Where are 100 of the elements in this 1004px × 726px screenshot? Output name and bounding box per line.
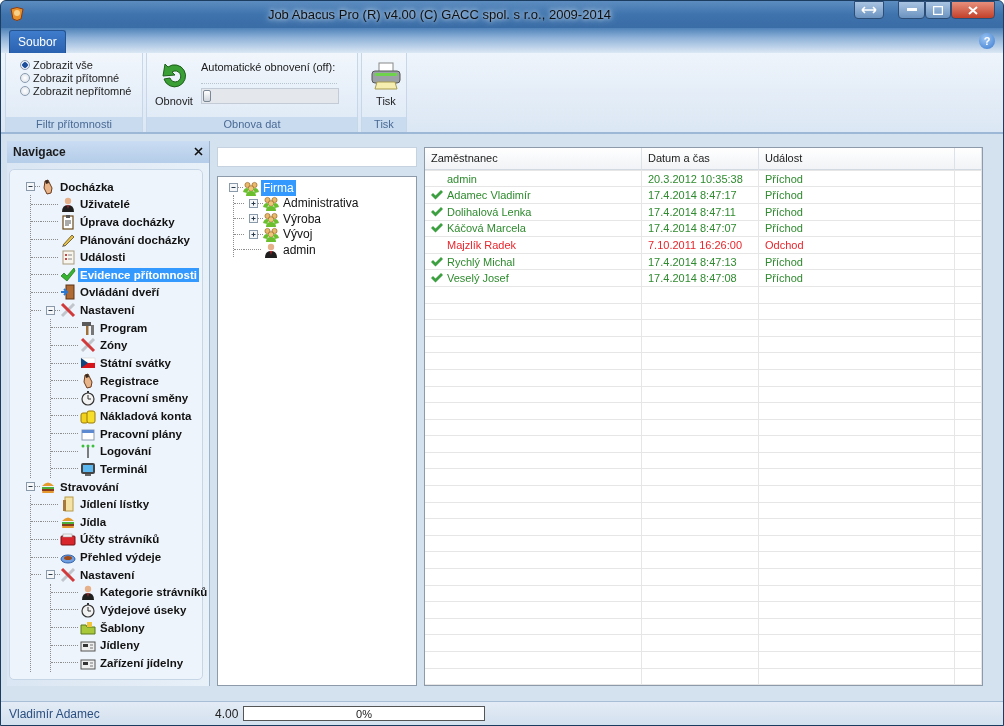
print-button[interactable]: Tisk [368, 58, 404, 109]
tree-item[interactable]: Docházka [58, 179, 116, 194]
flag-icon [80, 355, 96, 371]
tools-icon [60, 566, 76, 583]
table-cell: Příchod [765, 172, 803, 185]
refresh-button[interactable]: Obnovit [153, 58, 195, 109]
group-caption: Filtr přítomnosti [6, 116, 142, 132]
tree-item[interactable]: Vývoj [281, 226, 315, 243]
tree-item[interactable]: Zařízení jídelny [98, 655, 186, 670]
radio-label[interactable]: Zobrazit vše [33, 58, 93, 71]
tree-item[interactable]: Jídlení lístky [78, 497, 152, 512]
stopwatch-icon [80, 390, 96, 407]
collapse-toggle[interactable] [229, 183, 238, 193]
tree-item[interactable]: Události [78, 250, 128, 265]
tree-item[interactable]: Registrace [98, 373, 161, 388]
table-cell: 17.4.2014 8:47:08 [648, 272, 737, 285]
person-icon [60, 196, 76, 213]
minimize-button[interactable] [898, 1, 925, 20]
table-row[interactable]: Veselý Josef 17.4.2014 8:47:08 Příchod [425, 270, 982, 287]
close-icon [968, 5, 978, 15]
table-row[interactable]: Dolihalová Lenka 17.4.2014 8:47:11 Příchod [425, 204, 982, 221]
hand-icon [80, 372, 96, 389]
tree-item[interactable]: Jídla [78, 514, 109, 529]
group-caption: Obnova dat [147, 116, 357, 132]
tree-item[interactable]: Nákladová konta [98, 408, 194, 423]
radio-label[interactable]: Zobrazit přítomné [33, 71, 120, 84]
column-header[interactable]: Událost [759, 147, 955, 170]
tree-item[interactable]: admin [281, 241, 318, 258]
radio-button[interactable] [20, 85, 30, 96]
table-row[interactable]: Rychlý Michal 17.4.2014 8:47:13 Příchod [425, 253, 982, 271]
search-field[interactable] [217, 146, 417, 167]
radio-button[interactable] [20, 59, 30, 70]
expand-toggle[interactable] [249, 214, 258, 224]
tree-item[interactable]: Uživatelé [78, 197, 132, 212]
table-row[interactable]: admin 20.3.2012 10:35:38 Příchod [425, 170, 982, 188]
tree-item[interactable]: Program [98, 320, 150, 335]
table-cell: Příchod [765, 222, 803, 235]
progress-label: 0% [356, 707, 372, 720]
tree-item[interactable]: Přehled výdeje [78, 550, 164, 565]
menu-tab[interactable]: Soubor [9, 29, 66, 53]
hammer-icon [80, 319, 96, 336]
table-row[interactable]: Majzlík Radek 7.10.2011 16:26:00 Odchod [425, 237, 982, 254]
collapse-toggle[interactable] [46, 305, 55, 315]
tree-item[interactable]: Stravování [58, 479, 121, 494]
table-cell: 17.4.2014 8:47:13 [648, 255, 737, 268]
tree-item[interactable]: Úprava docházky [78, 214, 177, 229]
group-icon [243, 179, 259, 196]
table-row[interactable]: Káčová Marcela 17.4.2014 8:47:07 Příchod [425, 220, 982, 238]
expand-toggle[interactable] [249, 198, 258, 208]
table-cell: Adamec Vladimír [447, 189, 531, 202]
tree-item[interactable]: Logování [98, 444, 154, 459]
document-icon [60, 496, 76, 513]
status-user: Vladimír Adamec [8, 706, 101, 721]
tree-item[interactable]: Kategorie strávníků [98, 585, 210, 600]
radio-label[interactable]: Zobrazit nepřítomné [33, 84, 132, 97]
tree-item[interactable]: Zóny [98, 338, 130, 353]
collapse-toggle[interactable] [26, 482, 35, 491]
expand-toggle[interactable] [249, 229, 258, 239]
table-cell: Dolihalová Lenka [447, 205, 532, 218]
tree-item[interactable]: Šablony [98, 620, 147, 635]
window-title: Job Abacus Pro (R) v4.00 (C) GACC spol. s r.o., 2009-2014 [266, 6, 613, 22]
tree-item[interactable]: Terminál [98, 461, 150, 476]
column-header[interactable]: Zaměstnanec [425, 147, 642, 170]
tree-item[interactable]: Ovládání dveří [78, 285, 162, 300]
person-icon [80, 584, 96, 601]
close-button[interactable] [951, 1, 995, 20]
minimize-icon [906, 8, 917, 13]
close-icon[interactable] [194, 147, 203, 157]
tree-item[interactable]: Nastavení [78, 567, 137, 582]
collapse-toggle[interactable] [26, 182, 35, 192]
tree-item[interactable]: Administrativa [281, 195, 361, 212]
group-caption: Tisk [362, 116, 406, 132]
antenna-icon [80, 443, 96, 460]
maximize-button[interactable] [925, 1, 951, 20]
table-cell: 17.4.2014 8:47:11 [648, 205, 736, 218]
collapse-toggle[interactable] [46, 570, 55, 580]
tree-item[interactable]: Jídleny [98, 638, 142, 653]
table-cell: Rychlý Michal [447, 255, 515, 268]
tree-item[interactable]: Plánování docházky [78, 232, 192, 247]
table-cell: Příchod [765, 255, 803, 268]
tree-item[interactable]: Pracovní směny [98, 391, 191, 406]
group-icon [263, 195, 279, 212]
tools-icon [80, 337, 96, 354]
table-row[interactable]: Adamec Vladimír 17.4.2014 8:47:17 Příchod [425, 187, 982, 204]
person-icon [263, 241, 279, 258]
tree-item[interactable]: Výdejové úseky [98, 603, 189, 617]
tree-item[interactable]: Výroba [281, 210, 324, 227]
table-cell: 20.3.2012 10:35:38 [648, 172, 743, 185]
tree-item[interactable]: Nastavení [78, 303, 137, 318]
tree-item[interactable]: Státní svátky [98, 356, 173, 370]
radio-button[interactable] [20, 72, 30, 83]
slider-track[interactable] [200, 87, 339, 104]
app-logo [9, 6, 25, 23]
slider-thumb[interactable] [202, 89, 211, 102]
resize-button[interactable] [854, 1, 884, 20]
column-header[interactable]: Datum a čas [642, 147, 759, 170]
tree-item[interactable]: Pracovní plány [98, 426, 184, 441]
tree-item[interactable]: Účty strávníků [78, 532, 162, 547]
table-cell: Příchod [765, 272, 803, 285]
table-cell: Odchod [765, 238, 804, 251]
